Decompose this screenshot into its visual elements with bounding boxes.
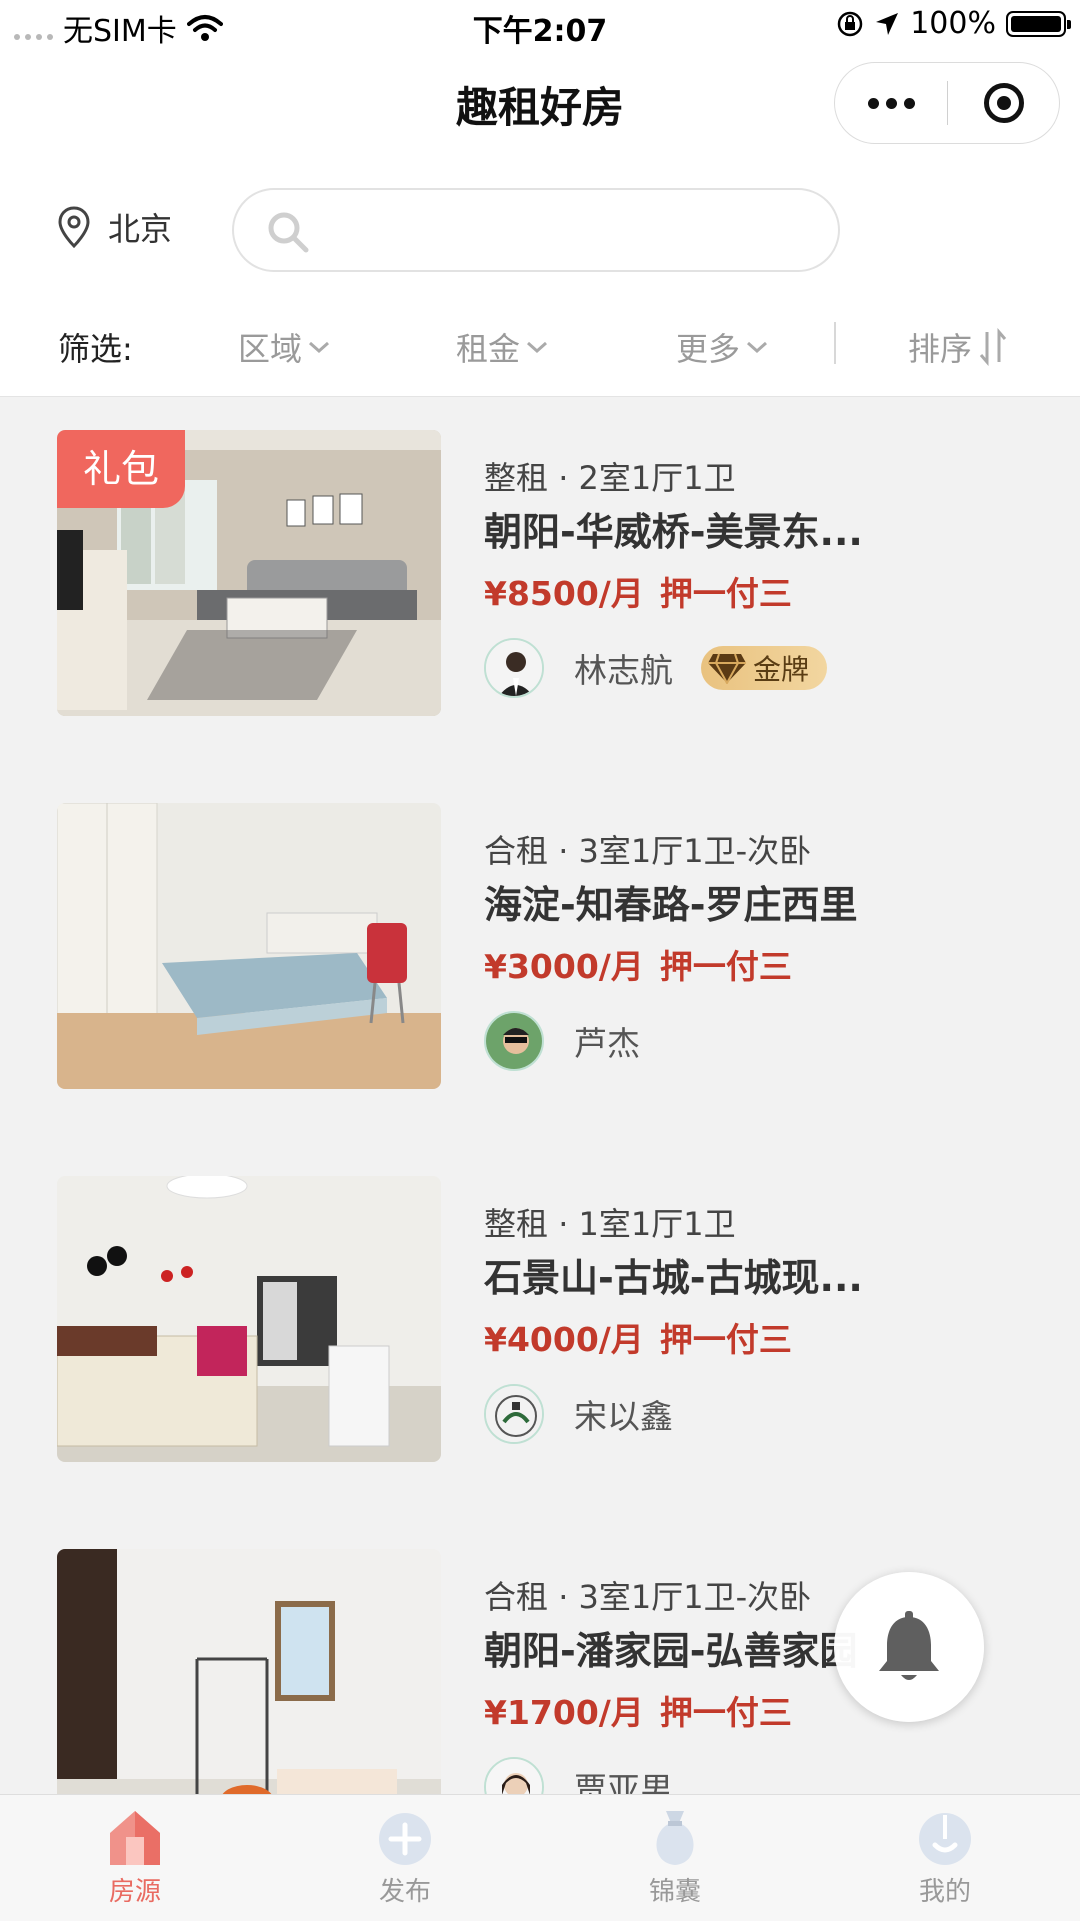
tab-publish[interactable]: 发布 — [270, 1795, 540, 1921]
listing-price-row: ¥3000/月 押一付三 — [484, 939, 1044, 995]
tab-tips[interactable]: 锦囊 — [540, 1795, 810, 1921]
gold-badge-label: 金牌 — [753, 653, 810, 686]
filter-divider — [834, 322, 836, 364]
tab-label: 发布 — [378, 1877, 431, 1907]
listing-title: 石景山-古城-古城现... — [484, 1256, 863, 1300]
agent-row[interactable]: 林志航 金牌 — [484, 636, 1044, 700]
bell-icon — [879, 1611, 939, 1680]
agent-row[interactable]: 贾亚男 — [484, 1755, 1044, 1794]
filter-rent[interactable]: 租金 — [456, 324, 548, 370]
chevron-down-icon — [527, 341, 548, 354]
listing-card[interactable]: 整租 · 1室1厅1卫 石景山-古城-古城现... ¥4000/月 押一付三 宋以… — [0, 1176, 1080, 1476]
header-area: 无SIM卡 下午2:07 100% 趣租好房 北京 筛选: 区域 租金 更多 排… — [0, 0, 1080, 397]
agent-name: 芦杰 — [574, 1024, 640, 1063]
deposit-terms: 押一付三 — [659, 1693, 792, 1732]
room-photo — [57, 1549, 441, 1794]
avatar — [484, 1757, 544, 1794]
listing-price: ¥4000/月 — [484, 1320, 644, 1359]
listing-meta: 整租 · 1室1厅1卫 — [484, 1205, 736, 1243]
city-selector[interactable]: 北京 — [56, 204, 172, 250]
filter-more[interactable]: 更多 — [676, 324, 768, 370]
tab-bar: 房源 发布 锦囊 我的 — [0, 1794, 1080, 1921]
rent-type: 合租 — [484, 832, 549, 870]
tab-label: 锦囊 — [648, 1877, 701, 1907]
listing-price: ¥3000/月 — [484, 947, 644, 986]
avatar — [484, 1384, 544, 1444]
rent-type: 整租 — [484, 1205, 549, 1243]
status-bar: 无SIM卡 下午2:07 100% — [0, 0, 1080, 50]
miniprogram-capsule — [834, 62, 1060, 144]
chevron-down-icon — [747, 341, 768, 354]
search-icon — [268, 212, 309, 253]
listing-meta: 整租 · 2室1厅1卫 — [484, 459, 736, 497]
listing-meta: 合租 · 3室1厅1卫-次卧 — [484, 832, 812, 870]
listing-photo[interactable] — [57, 1549, 441, 1794]
deposit-terms: 押一付三 — [659, 947, 792, 986]
city-label: 北京 — [108, 210, 173, 248]
room-layout: 2室1厅1卫 — [578, 459, 736, 497]
listing-card[interactable]: 礼包 整租 · 2室1厅1卫 朝阳-华威桥-美景东... ¥8500/月 押一付三… — [0, 430, 1080, 730]
deposit-terms: 押一付三 — [659, 574, 792, 613]
listing-price: ¥1700/月 — [484, 1693, 644, 1732]
listing-title: 海淀-知春路-罗庄西里 — [484, 883, 858, 927]
orientation-lock-icon — [837, 11, 863, 36]
sort-button[interactable]: 排序 — [908, 324, 1008, 370]
sort-label: 排序 — [908, 330, 973, 368]
bag-icon — [656, 1811, 694, 1865]
filter-bar: 筛选: 区域 租金 更多 排序 — [0, 320, 1080, 376]
gift-badge: 礼包 — [57, 430, 185, 508]
agent-row[interactable]: 宋以鑫 — [484, 1382, 1044, 1446]
listing-photo[interactable]: 礼包 — [57, 430, 441, 716]
tab-listings[interactable]: 房源 — [0, 1795, 270, 1921]
agent-name: 林志航 — [574, 651, 673, 690]
room-layout: 3室1厅1卫-次卧 — [578, 832, 812, 870]
notification-button[interactable] — [834, 1572, 984, 1722]
filter-area[interactable]: 区域 — [238, 324, 330, 370]
gold-badge: 金牌 — [701, 646, 828, 690]
rent-type: 合租 — [484, 1578, 549, 1616]
room-layout: 3室1厅1卫-次卧 — [578, 1578, 812, 1616]
tab-label: 我的 — [918, 1877, 971, 1907]
tab-label: 房源 — [108, 1877, 161, 1907]
search-input[interactable] — [232, 188, 840, 272]
filter-rent-label: 租金 — [456, 330, 521, 368]
rent-type: 整租 — [484, 459, 549, 497]
plus-icon — [379, 1813, 431, 1865]
bedroom-photo — [57, 1176, 441, 1462]
filter-more-label: 更多 — [676, 330, 741, 368]
listing-price-row: ¥4000/月 押一付三 — [484, 1312, 1044, 1368]
location-pin-icon — [58, 206, 90, 249]
battery-percent: 100% — [910, 6, 996, 41]
filter-area-label: 区域 — [238, 330, 303, 368]
location-arrow-icon — [876, 12, 899, 35]
avatar — [484, 638, 544, 698]
room-layout: 1室1厅1卫 — [578, 1205, 736, 1243]
listing-photo[interactable] — [57, 1176, 441, 1462]
diamond-icon — [708, 653, 746, 684]
listing-card[interactable]: 合租 · 3室1厅1卫-次卧 海淀-知春路-罗庄西里 ¥3000/月 押一付三 芦… — [0, 803, 1080, 1103]
listing-title: 朝阳-华威桥-美景东... — [484, 510, 863, 554]
deposit-terms: 押一付三 — [659, 1320, 792, 1359]
agent-row[interactable]: 芦杰 — [484, 1009, 1044, 1073]
avatar — [484, 1011, 544, 1071]
battery-icon — [1006, 10, 1071, 37]
agent-name: 贾亚男 — [574, 1770, 673, 1794]
listing-photo[interactable] — [57, 803, 441, 1089]
tab-profile[interactable]: 我的 — [810, 1795, 1080, 1921]
close-button[interactable] — [948, 83, 1059, 123]
filter-label: 筛选: — [58, 330, 133, 368]
chevron-down-icon — [309, 341, 330, 354]
more-button[interactable] — [835, 97, 947, 109]
listing-price-row: ¥8500/月 押一付三 — [484, 566, 1044, 622]
listing-price: ¥8500/月 — [484, 574, 644, 613]
sort-icon — [979, 328, 1007, 366]
bedroom-photo — [57, 803, 441, 1089]
profile-icon — [919, 1813, 971, 1865]
agent-name: 宋以鑫 — [574, 1397, 673, 1436]
house-icon — [110, 1811, 160, 1865]
target-icon — [983, 83, 1024, 123]
